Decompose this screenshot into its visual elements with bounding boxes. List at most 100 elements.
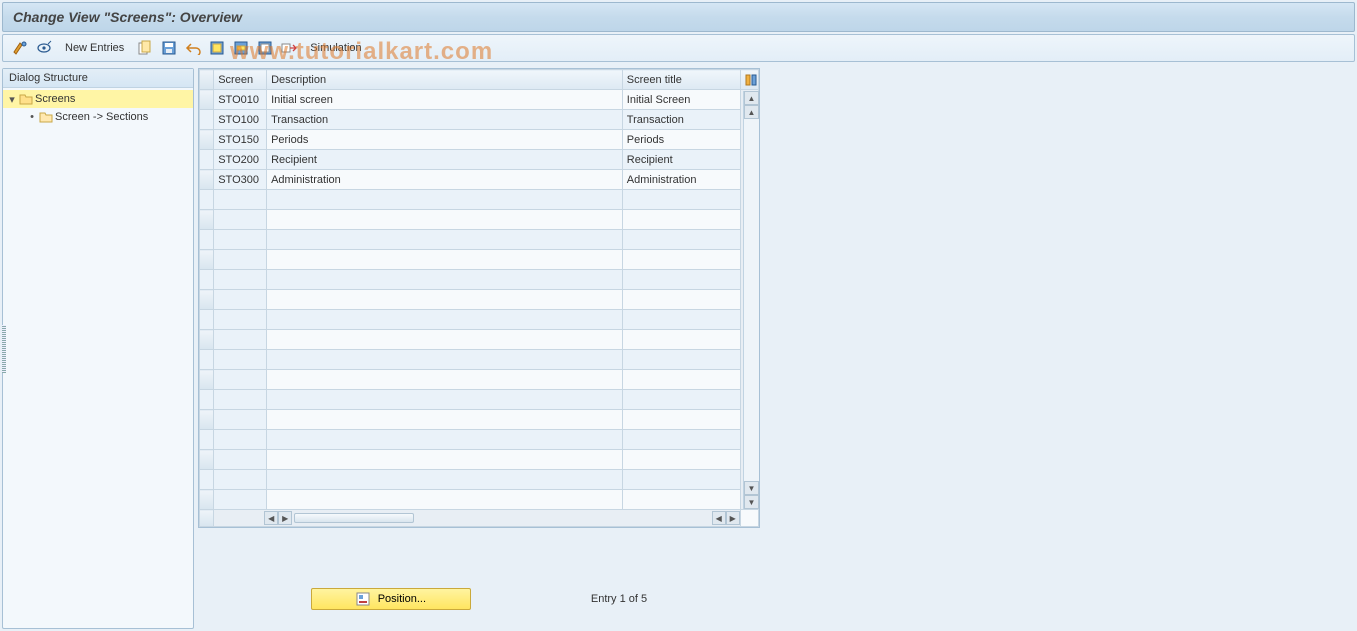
table-row[interactable]	[200, 450, 759, 470]
cell-description[interactable]	[267, 490, 623, 510]
row-selector[interactable]	[200, 330, 214, 350]
col-screen[interactable]: Screen	[214, 70, 267, 90]
cell-screen-title[interactable]	[622, 370, 740, 390]
col-screen-title[interactable]: Screen title	[622, 70, 740, 90]
scroll-thumb[interactable]	[294, 513, 414, 523]
cell-screen[interactable]	[214, 310, 267, 330]
cell-screen-title[interactable]	[622, 310, 740, 330]
cell-description[interactable]	[267, 450, 623, 470]
scroll-down2-icon[interactable]: ▼	[744, 481, 759, 495]
vertical-scrollbar[interactable]: ▲ ▲ ▼ ▼	[743, 91, 759, 509]
table-row[interactable]	[200, 290, 759, 310]
scroll-up2-icon[interactable]: ▲	[744, 105, 759, 119]
scroll-right2-icon[interactable]: ◀	[712, 511, 726, 525]
table-row[interactable]: STO150PeriodsPeriods	[200, 130, 759, 150]
cell-screen-title[interactable]: Administration	[622, 170, 740, 190]
expander-icon[interactable]: ▾	[7, 93, 17, 106]
cell-screen-title[interactable]	[622, 410, 740, 430]
row-selector[interactable]	[200, 130, 214, 150]
table-row[interactable]	[200, 330, 759, 350]
cell-description[interactable]	[267, 390, 623, 410]
table-row[interactable]: STO200RecipientRecipient	[200, 150, 759, 170]
cell-screen[interactable]	[214, 210, 267, 230]
cell-description[interactable]	[267, 470, 623, 490]
cell-screen-title[interactable]	[622, 270, 740, 290]
cell-description[interactable]	[267, 250, 623, 270]
cell-screen[interactable]: STO100	[214, 110, 267, 130]
cell-screen-title[interactable]	[622, 350, 740, 370]
table-row[interactable]	[200, 270, 759, 290]
row-selector[interactable]	[200, 230, 214, 250]
select-all-icon[interactable]	[208, 39, 226, 57]
row-selector[interactable]	[200, 450, 214, 470]
table-row[interactable]	[200, 370, 759, 390]
deselect-all-icon[interactable]	[256, 39, 274, 57]
cell-description[interactable]	[267, 290, 623, 310]
cell-screen-title[interactable]	[622, 250, 740, 270]
table-row[interactable]	[200, 490, 759, 510]
other-view-icon[interactable]	[35, 39, 53, 57]
cell-description[interactable]	[267, 190, 623, 210]
simulation-button[interactable]: Simulation	[304, 42, 367, 54]
horizontal-scrollbar[interactable]: ◀▶◀▶	[214, 510, 740, 527]
cell-description[interactable]: Transaction	[267, 110, 623, 130]
cell-screen-title[interactable]	[622, 490, 740, 510]
cell-screen[interactable]	[214, 290, 267, 310]
cell-screen-title[interactable]	[622, 190, 740, 210]
scroll-up-icon[interactable]: ▲	[744, 91, 759, 105]
cell-description[interactable]	[267, 430, 623, 450]
cell-screen-title[interactable]	[622, 390, 740, 410]
cell-screen[interactable]	[214, 190, 267, 210]
cell-description[interactable]: Administration	[267, 170, 623, 190]
cell-screen-title[interactable]	[622, 230, 740, 250]
row-selector[interactable]	[200, 290, 214, 310]
row-selector[interactable]	[200, 310, 214, 330]
cell-screen[interactable]: STO150	[214, 130, 267, 150]
new-entries-button[interactable]: New Entries	[59, 42, 130, 54]
copy-icon[interactable]	[136, 39, 154, 57]
table-row[interactable]: STO300AdministrationAdministration	[200, 170, 759, 190]
row-selector[interactable]	[200, 170, 214, 190]
cell-screen[interactable]	[214, 230, 267, 250]
row-selector[interactable]	[200, 410, 214, 430]
cell-screen[interactable]	[214, 270, 267, 290]
table-row[interactable]	[200, 190, 759, 210]
cell-screen[interactable]: STO200	[214, 150, 267, 170]
row-selector[interactable]	[200, 250, 214, 270]
cell-screen[interactable]	[214, 250, 267, 270]
toggle-display-change-icon[interactable]	[11, 39, 29, 57]
cell-screen-title[interactable]: Initial Screen	[622, 90, 740, 110]
col-description[interactable]: Description	[267, 70, 623, 90]
table-row[interactable]	[200, 470, 759, 490]
cell-screen-title[interactable]	[622, 430, 740, 450]
cell-screen[interactable]	[214, 350, 267, 370]
scroll-left-icon[interactable]: ◀	[264, 511, 278, 525]
tree-node-screen-sections[interactable]: • Screen -> Sections	[3, 108, 193, 126]
table-row[interactable]	[200, 310, 759, 330]
row-selector[interactable]	[200, 90, 214, 110]
cell-description[interactable]: Initial screen	[267, 90, 623, 110]
cell-screen[interactable]	[214, 330, 267, 350]
table-row[interactable]	[200, 430, 759, 450]
cell-screen[interactable]	[214, 390, 267, 410]
row-selector[interactable]	[200, 270, 214, 290]
row-selector[interactable]	[200, 210, 214, 230]
cell-screen-title[interactable]	[622, 470, 740, 490]
scroll-left2-icon[interactable]: ▶	[278, 511, 292, 525]
cell-screen[interactable]: STO010	[214, 90, 267, 110]
cell-description[interactable]	[267, 410, 623, 430]
cell-screen[interactable]	[214, 450, 267, 470]
cell-screen[interactable]: STO300	[214, 170, 267, 190]
cell-screen[interactable]	[214, 410, 267, 430]
table-row[interactable]	[200, 210, 759, 230]
cell-description[interactable]	[267, 310, 623, 330]
table-settings-icon[interactable]	[740, 70, 758, 90]
cell-screen-title[interactable]	[622, 290, 740, 310]
row-selector[interactable]	[200, 470, 214, 490]
row-selector[interactable]	[200, 110, 214, 130]
cell-description[interactable]	[267, 330, 623, 350]
scroll-right-icon[interactable]: ▶	[726, 511, 740, 525]
row-selector[interactable]	[200, 350, 214, 370]
delimit-icon[interactable]	[280, 39, 298, 57]
cell-screen[interactable]	[214, 470, 267, 490]
